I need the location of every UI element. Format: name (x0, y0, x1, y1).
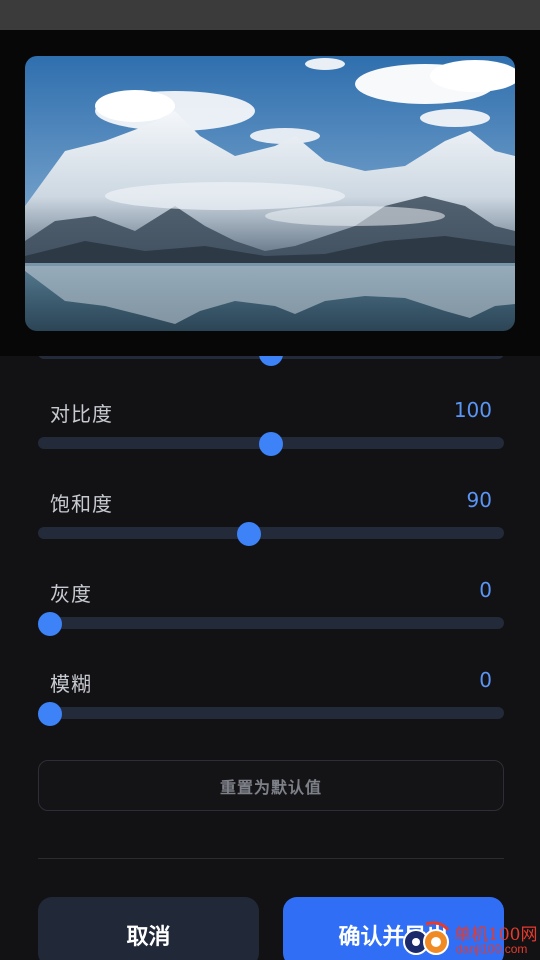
slider-track[interactable] (38, 527, 504, 539)
slider-thumb[interactable] (38, 612, 62, 636)
slider-value: 100 (453, 398, 492, 422)
slider-thumb[interactable] (259, 432, 283, 456)
slider-label: 对比度 (50, 402, 113, 426)
confirm-export-button[interactable]: 确认并导出 (283, 897, 504, 960)
image-preview-panel (0, 30, 540, 356)
slider-track[interactable] (38, 707, 504, 719)
reset-button[interactable]: 重置为默认值 (38, 760, 504, 811)
slider-label: 饱和度 (50, 492, 113, 516)
cancel-button[interactable]: 取消 (38, 897, 259, 960)
slider-value: 0 (479, 578, 492, 602)
slider-thumb[interactable] (38, 702, 62, 726)
divider (38, 858, 504, 859)
slider-label: 灰度 (50, 582, 92, 606)
slider-thumb[interactable] (236, 522, 261, 546)
slider-value: 90 (466, 488, 492, 512)
status-bar (0, 0, 540, 30)
slider-track[interactable] (38, 617, 504, 629)
slider-label: 模糊 (50, 672, 92, 696)
preview-image (25, 56, 515, 331)
slider-value: 0 (479, 668, 492, 692)
